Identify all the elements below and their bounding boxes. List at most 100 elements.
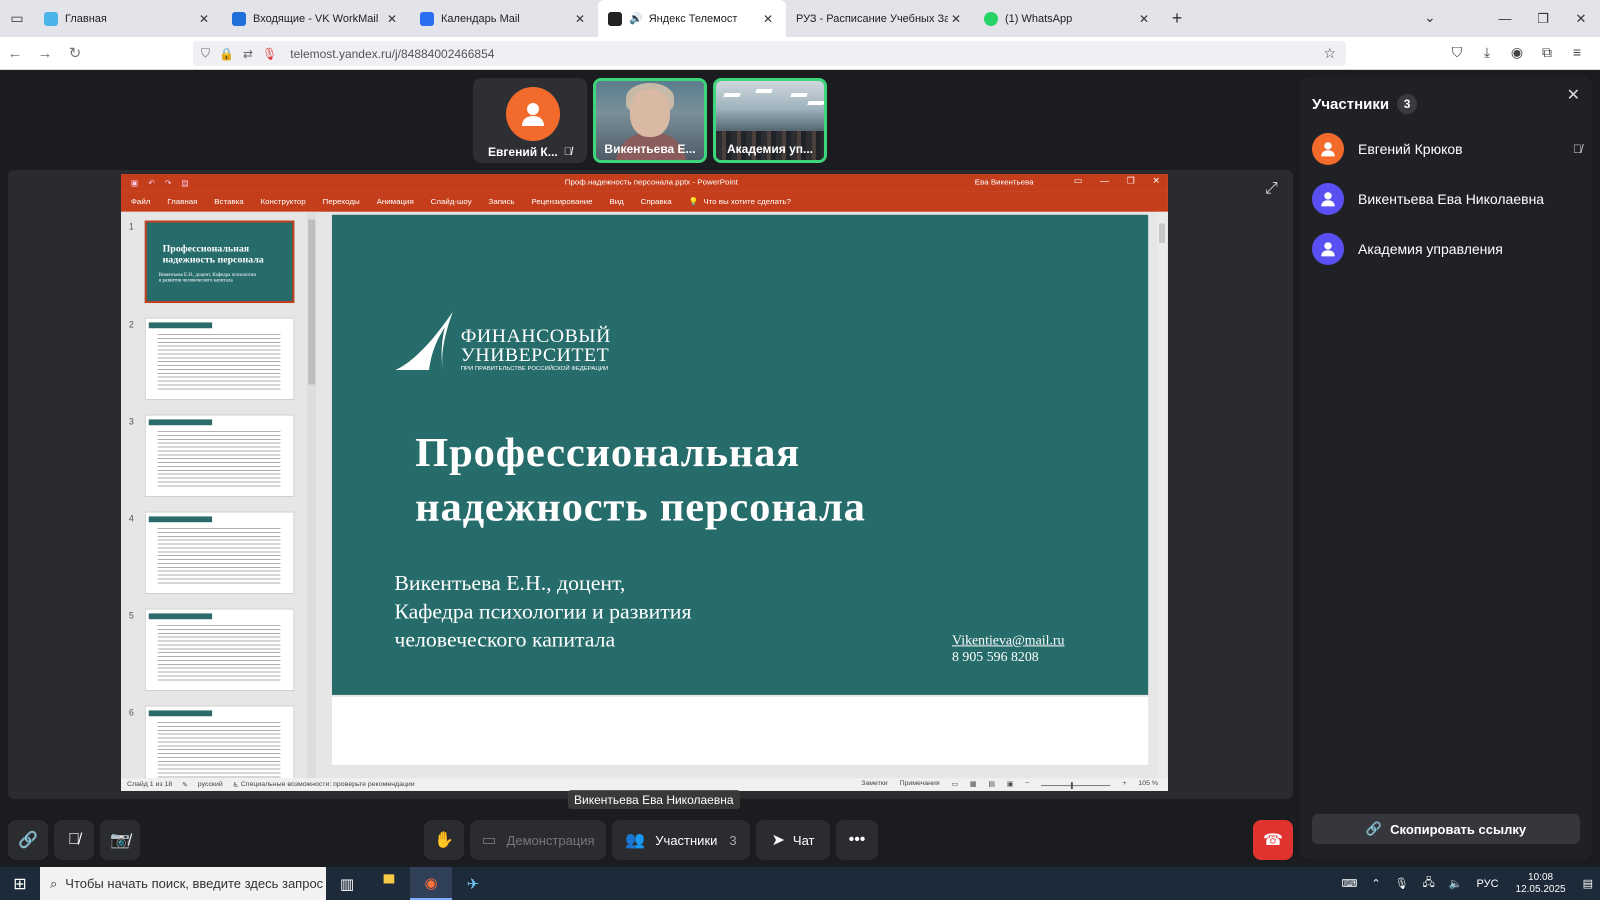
status-accessibility: Специальные возможности: проверьте реком…	[240, 781, 415, 789]
copy-link-button[interactable]: 🔗 Скопировать ссылку	[1312, 814, 1580, 844]
account-icon[interactable]: ◉	[1502, 44, 1532, 61]
slide-number: 4	[128, 513, 134, 524]
address-bar[interactable]: ⛉ 🔒 ⇄ 🎙 telemost.yandex.ru/j/84884002466…	[193, 41, 1346, 66]
mic-toggle-button[interactable]: 🎙̸	[54, 820, 94, 860]
participants-button[interactable]: 👥 Участники 3	[612, 820, 750, 860]
tab-label: РУЗ - Расписание Учебных Занятий	[796, 12, 948, 25]
slide-thumbnail	[144, 511, 295, 595]
network-icon[interactable]: 🖧	[1423, 874, 1435, 893]
file-explorer-icon[interactable]: ▀	[368, 867, 410, 900]
tray-expand-icon[interactable]: ⌃	[1371, 877, 1380, 890]
speaker-icon[interactable]: 🔊	[629, 12, 643, 25]
tray-mic-icon[interactable]: 🎙	[1395, 877, 1409, 890]
lock-icon[interactable]: 🔒	[219, 47, 234, 61]
title-line: надежность персонала	[415, 484, 866, 530]
status-slide-count: Слайд 1 из 18	[126, 781, 173, 789]
participant-tile[interactable]: Евгений К... 🎙̸	[473, 78, 587, 163]
tab-vk-workmail[interactable]: Входящие - VK WorkMail ✕	[222, 0, 410, 37]
shield-icon[interactable]: ⛉	[201, 46, 210, 61]
tile-name: Евгений К...	[488, 145, 558, 159]
more-button[interactable]: •••	[836, 820, 878, 860]
tab-label: Главная	[65, 12, 107, 25]
copy-link-label: Скопировать ссылку	[1390, 821, 1527, 837]
screen-share-button[interactable]: ▭ Демонстрация	[470, 820, 606, 860]
mic-off-icon: 🎙̸	[563, 146, 572, 158]
thumb-subtitle: Викентьева Е.Н., доцент, Кафедра психоло…	[158, 272, 257, 284]
close-tab-icon[interactable]: ✕	[948, 12, 964, 26]
mic-off-icon: 🎙̸	[1573, 142, 1582, 156]
back-icon[interactable]: ←	[0, 45, 30, 62]
reload-icon[interactable]: ↻	[60, 44, 90, 62]
slide-number: 6	[128, 707, 134, 718]
send-icon: ➤	[771, 832, 785, 849]
participant-tile-speaking[interactable]: Викентьева Е...	[593, 78, 707, 163]
pp-body: 1 Профессиональная надежность персонала …	[121, 211, 1168, 779]
close-window-icon[interactable]: ✕	[1562, 11, 1600, 27]
task-view-icon[interactable]: ▥	[326, 867, 368, 900]
close-tab-icon[interactable]: ✕	[384, 12, 400, 26]
new-tab-icon[interactable]: +	[1162, 0, 1192, 37]
volume-icon[interactable]: 🔈	[1449, 877, 1463, 890]
tab-telemost[interactable]: 🔊 Яндекс Телемост ✕	[598, 0, 786, 37]
slide-thumbnails: 1 Профессиональная надежность персонала …	[121, 211, 320, 779]
participant-row[interactable]: Евгений Крюков 🎙̸	[1312, 133, 1582, 165]
forward-icon[interactable]: →	[30, 45, 60, 62]
tab-calendar-mail[interactable]: Календарь Mail ✕	[410, 0, 598, 37]
participant-row[interactable]: Викентьева Ева Николаевна	[1312, 183, 1582, 215]
tab-favicon-icon	[420, 11, 434, 26]
close-tab-icon[interactable]: ✕	[572, 12, 588, 26]
close-tab-icon[interactable]: ✕	[760, 12, 776, 26]
person-icon	[1321, 242, 1335, 257]
browser-tab-bar: ▭ Главная ✕ Входящие - VK WorkMail ✕ Кал…	[0, 0, 1600, 37]
mic-off-icon: 🎙̸	[68, 831, 80, 848]
tell-me-search: Что вы хотите сделать?	[703, 197, 791, 207]
tab-whatsapp[interactable]: (1) WhatsApp ✕	[974, 0, 1162, 37]
tab-ruz[interactable]: РУЗ - Расписание Учебных Занятий ✕	[786, 0, 974, 37]
window-controls: — ❐ ✕	[1486, 0, 1600, 37]
extensions-icon[interactable]: ⧉	[1532, 44, 1562, 61]
permissions-icon[interactable]: ⇄	[243, 47, 253, 61]
participant-tile-speaking[interactable]: Академия уп...	[713, 78, 827, 163]
hang-up-button[interactable]: ☎	[1253, 820, 1293, 860]
tab-glavnaya[interactable]: Главная ✕	[34, 0, 222, 37]
browser-nav-bar: ← → ↻ ⛉ 🔒 ⇄ 🎙 telemost.yandex.ru/j/84884…	[0, 37, 1600, 70]
fullscreen-icon[interactable]: ⤢	[1265, 180, 1283, 198]
minimize-icon[interactable]: —	[1486, 11, 1524, 26]
tile-name: Академия уп...	[727, 142, 813, 156]
avatar	[1312, 233, 1344, 265]
close-tab-icon[interactable]: ✕	[196, 12, 212, 26]
microphone-active-icon[interactable]: 🎙	[262, 47, 277, 61]
author-line: Викентьева Е.Н., доцент,	[394, 570, 626, 595]
logo-wordmark: ФИНАНСОВЫЙ УНИВЕРСИТЕТ	[461, 326, 611, 365]
menu-icon[interactable]: ≡	[1562, 44, 1592, 61]
thumb-title: Профессиональная надежность персонала	[162, 243, 264, 266]
chat-button[interactable]: ➤ Чат	[756, 820, 830, 860]
avatar	[1312, 133, 1344, 165]
ribbon-tab: Главная	[167, 197, 198, 207]
taskbar-search[interactable]: ⌕ Чтобы начать поиск, введите здесь запр…	[40, 867, 326, 900]
pp-ribbon-display-icon: ▭	[1073, 175, 1083, 186]
tab-list-icon[interactable]: ▭	[0, 0, 34, 37]
clock[interactable]: 10:08 12.05.2025	[1516, 872, 1566, 896]
participants-count: 3	[729, 832, 737, 848]
participant-row[interactable]: Академия управления	[1312, 233, 1582, 265]
input-language[interactable]: РУС	[1477, 878, 1499, 890]
raise-hand-button[interactable]: ✋	[424, 820, 464, 860]
search-icon: ⌕	[50, 875, 58, 891]
windows-start-icon[interactable]: ⊞	[0, 874, 40, 894]
close-panel-icon[interactable]: ✕	[1567, 85, 1580, 105]
tab-label: Входящие - VK WorkMail	[253, 12, 379, 25]
notifications-icon[interactable]: ▤	[1583, 877, 1593, 890]
app-icon[interactable]: ✈	[452, 867, 494, 900]
firefox-icon[interactable]: ◉	[410, 867, 452, 900]
tab-overflow-icon[interactable]: ⌄	[1424, 9, 1436, 26]
author-line: человеческого капитала	[394, 626, 616, 652]
camera-toggle-button[interactable]: 📷̸	[100, 820, 140, 860]
keyboard-icon[interactable]: ⌨	[1341, 877, 1357, 890]
invite-link-button[interactable]: 🔗	[8, 820, 48, 860]
close-tab-icon[interactable]: ✕	[1136, 12, 1152, 26]
restore-icon[interactable]: ❐	[1524, 11, 1562, 27]
downloads-icon[interactable]: ⤓	[1472, 44, 1502, 61]
pocket-icon[interactable]: ⛉	[1442, 44, 1472, 61]
bookmark-star-icon[interactable]: ☆	[1323, 45, 1336, 62]
